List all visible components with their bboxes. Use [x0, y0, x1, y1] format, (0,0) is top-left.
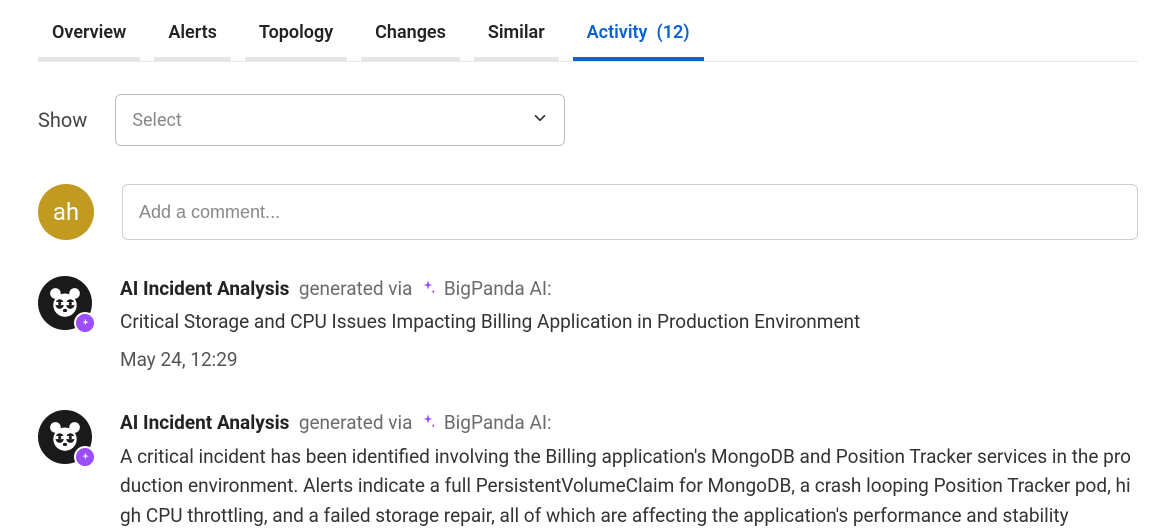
filter-label: Show	[38, 108, 87, 132]
filter-row: Show Select	[38, 94, 1138, 146]
activity-header: AI Incident Analysis generated via BigPa…	[120, 408, 1138, 439]
tab-overview[interactable]: Overview	[38, 16, 140, 61]
filter-select[interactable]: Select	[115, 94, 565, 146]
ai-avatar	[38, 410, 92, 464]
activity-via-prefix: generated via	[299, 411, 413, 434]
activity-item: AI Incident Analysis generated via BigPa…	[38, 274, 1138, 374]
activity-via-prefix: generated via	[299, 277, 413, 300]
comment-input[interactable]	[122, 184, 1138, 240]
tab-bar: Overview Alerts Topology Changes Similar…	[38, 0, 1138, 62]
tab-activity[interactable]: Activity (12)	[573, 16, 704, 61]
sparkle-badge-icon	[74, 446, 96, 468]
activity-body: AI Incident Analysis generated via BigPa…	[120, 274, 1138, 374]
avatar: ah	[38, 184, 94, 240]
activity-content: A critical incident has been identified …	[120, 442, 1138, 530]
activity-title: AI Incident Analysis	[120, 411, 289, 434]
comment-row: ah	[38, 184, 1138, 240]
activity-timestamp: May 24, 12:29	[120, 345, 1138, 374]
sparkle-icon	[419, 413, 442, 436]
filter-select-value[interactable]: Select	[115, 94, 565, 146]
sparkle-badge-icon	[74, 312, 96, 334]
tab-topology[interactable]: Topology	[245, 16, 347, 61]
sparkle-icon	[419, 279, 442, 302]
tab-changes[interactable]: Changes	[361, 16, 460, 61]
tab-similar[interactable]: Similar	[474, 16, 559, 61]
activity-via-name: BigPanda AI:	[444, 277, 552, 300]
tab-alerts[interactable]: Alerts	[154, 16, 231, 61]
activity-body: AI Incident Analysis generated via BigPa…	[120, 408, 1138, 530]
activity-title: AI Incident Analysis	[120, 277, 289, 300]
activity-content: Critical Storage and CPU Issues Impactin…	[120, 307, 1138, 336]
activity-item: AI Incident Analysis generated via BigPa…	[38, 408, 1138, 530]
activity-via-name: BigPanda AI:	[444, 411, 552, 434]
activity-header: AI Incident Analysis generated via BigPa…	[120, 274, 1138, 305]
ai-avatar	[38, 276, 92, 330]
avatar-initials: ah	[53, 198, 79, 226]
